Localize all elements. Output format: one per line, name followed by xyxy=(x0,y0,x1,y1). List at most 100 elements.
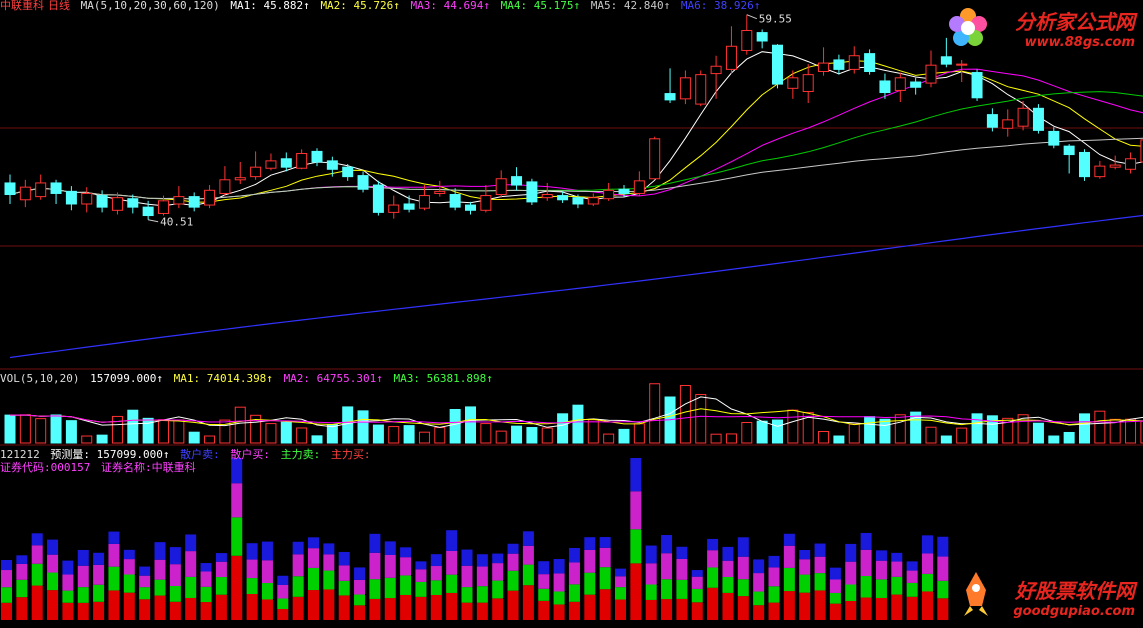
volume-bar xyxy=(940,435,952,444)
ma120-line xyxy=(9,214,1143,359)
candle-up xyxy=(848,55,860,70)
main-sell-bar xyxy=(47,572,59,591)
volume-bar xyxy=(480,423,492,444)
volume-bar xyxy=(465,406,476,444)
volume-bar xyxy=(848,423,860,444)
retail-sell-bar xyxy=(338,551,350,566)
retail-sell-bar xyxy=(246,543,258,560)
indicator-date: 121212 xyxy=(0,448,40,461)
retail-sell-bar xyxy=(922,535,933,554)
retail-buy-bar xyxy=(430,566,442,581)
retail-sell-bar xyxy=(768,555,780,568)
retail-buy-bar xyxy=(415,569,427,582)
main-sell-bar xyxy=(323,570,335,590)
candle-down xyxy=(572,197,584,205)
candle-up xyxy=(204,189,216,206)
main-buy-bar xyxy=(354,605,366,620)
volume-bar xyxy=(925,426,937,444)
security-code: 证券代码:000157 xyxy=(0,461,91,474)
volume-bar xyxy=(4,414,16,444)
retail-buy-bar xyxy=(522,545,534,565)
volume-bar xyxy=(1063,431,1075,444)
candle-up xyxy=(541,194,553,199)
retail-sell-bar xyxy=(415,561,427,570)
volume-bar xyxy=(234,406,246,444)
main-buy-bar xyxy=(292,596,304,620)
volume-bar xyxy=(372,424,384,444)
retail-buy-bar xyxy=(860,549,872,577)
main-buy-bar xyxy=(645,599,657,620)
main-buy-bar xyxy=(814,590,826,620)
main-buy-bar xyxy=(1,602,12,620)
main-buy-bar xyxy=(338,595,350,620)
retail-buy-bar xyxy=(354,579,366,595)
retail-buy-bar xyxy=(261,560,273,584)
retail-sell-bar xyxy=(538,561,550,575)
candle-up xyxy=(158,200,169,214)
volume-bar xyxy=(1032,422,1044,444)
candle-up xyxy=(1017,107,1029,127)
volume-bar xyxy=(894,414,906,444)
volume-bar xyxy=(81,435,93,444)
candle-up xyxy=(81,192,93,205)
main-sell-bar xyxy=(308,567,319,591)
retail-buy-bar xyxy=(47,554,59,573)
ma60-line xyxy=(9,137,1143,200)
candle-down xyxy=(142,206,154,217)
main-sell-bar xyxy=(707,567,719,588)
ma30-line xyxy=(9,91,1143,200)
main-buy-bar xyxy=(415,596,427,620)
retail-sell-bar xyxy=(799,549,811,560)
retail-sell-bar xyxy=(139,566,151,576)
retail-buy-bar xyxy=(691,576,703,589)
retail-sell-bar xyxy=(446,530,458,551)
retail-buy-bar xyxy=(615,576,626,588)
main-sell-bar xyxy=(906,582,918,597)
candle-up xyxy=(649,138,661,180)
main-buy-bar xyxy=(507,590,519,620)
volume-header: VOL(5,10,20) 157099.000↑ MA1: 74014.398↑… xyxy=(0,373,497,385)
retail-buy-bar xyxy=(753,573,765,592)
volume-bar xyxy=(449,409,461,444)
volume-bar xyxy=(35,418,47,444)
main-sell-bar xyxy=(430,580,442,595)
volume-bar xyxy=(971,413,983,444)
retail-buy-bar xyxy=(661,553,673,580)
security-title: 中联重科 xyxy=(0,0,44,12)
retail-buy-bar xyxy=(323,554,335,571)
main-buy-bar xyxy=(461,602,473,620)
candle-up xyxy=(603,189,615,200)
retail-buy-bar xyxy=(369,552,381,580)
retail-sell-bar xyxy=(384,541,396,555)
volume-bar xyxy=(633,423,645,444)
volume-bar xyxy=(956,427,968,444)
candle-down xyxy=(879,80,891,94)
retail-sell-bar xyxy=(292,541,304,555)
retail-buy-bar xyxy=(799,559,811,575)
main-sell-bar xyxy=(645,584,657,600)
retail-buy-bar xyxy=(630,491,642,530)
retail-buy-bar xyxy=(169,564,181,586)
candle-down xyxy=(50,182,62,194)
candle-down xyxy=(557,195,569,201)
volume-bar xyxy=(725,433,737,444)
main-sell-bar xyxy=(16,579,28,598)
volume-bar xyxy=(1079,413,1090,444)
retail-sell-bar xyxy=(737,537,749,557)
vol-ma1-value: MA1: 74014.398↑ xyxy=(173,372,273,385)
main-sell-bar xyxy=(753,591,765,606)
retail-sell-bar xyxy=(691,570,703,577)
candle-up xyxy=(173,196,185,205)
retail-sell-bar xyxy=(231,458,243,484)
top-watermark: 分析家公式网 www.88gs.com xyxy=(1015,6,1135,50)
volume-bar xyxy=(1094,410,1106,444)
main-buy-bar xyxy=(661,599,673,620)
candle-down xyxy=(403,203,415,210)
security-info: 证券代码:000157 证券名称:中联重科 xyxy=(0,462,200,474)
main-sell-bar xyxy=(799,574,811,593)
candle-down xyxy=(618,188,630,194)
retail-buy-bar xyxy=(829,579,841,593)
volume-bar xyxy=(173,419,185,444)
ma6-value: MA6: 38.926↑ xyxy=(680,0,761,12)
main-sell-bar xyxy=(446,574,458,593)
